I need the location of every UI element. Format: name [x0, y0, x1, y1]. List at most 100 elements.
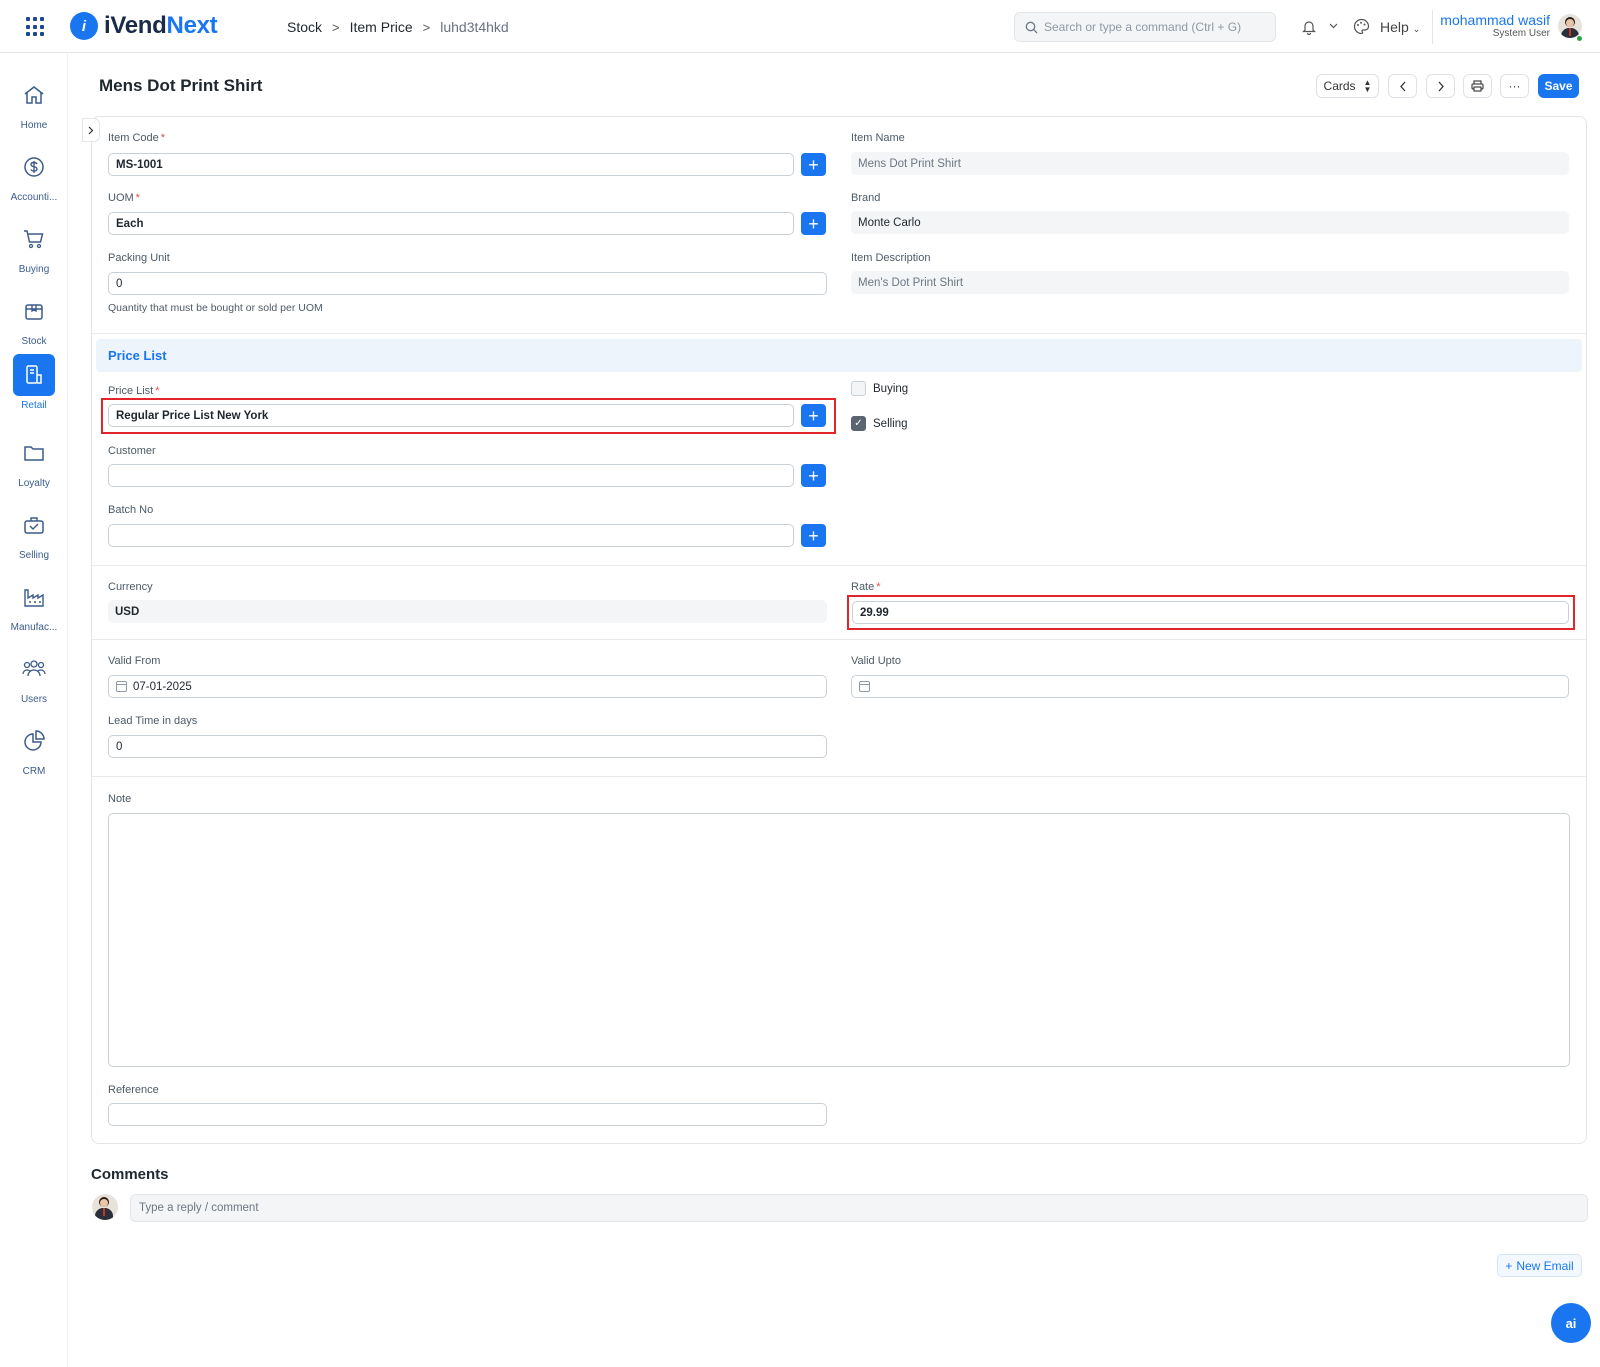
sidebar-item-accounting[interactable]: Accounti...	[0, 146, 68, 203]
valid-from-field[interactable]: 07-01-2025	[108, 675, 827, 698]
rate-label: Rate *	[851, 581, 881, 593]
divider	[1432, 10, 1433, 44]
valid-from-label: Valid From	[108, 655, 161, 667]
page-title: Mens Dot Print Shirt	[99, 76, 263, 95]
breadcrumb-item-price[interactable]: Item Price	[350, 19, 413, 35]
sidebar-item-selling[interactable]: Selling	[0, 504, 68, 561]
retail-icon	[26, 365, 42, 384]
sidebar-item-loyalty[interactable]: Loyalty	[0, 432, 68, 489]
printer-icon	[1471, 80, 1484, 92]
customer-field[interactable]	[108, 464, 794, 487]
plus-icon: +	[808, 525, 819, 546]
item-name-label: Item Name	[851, 132, 905, 144]
add-customer-button[interactable]: +	[801, 464, 826, 487]
packing-unit-help: Quantity that must be bought or sold per…	[108, 302, 323, 314]
selling-checkbox[interactable]: ✓	[851, 416, 866, 431]
price-list-field[interactable]: Regular Price List New York	[108, 404, 794, 427]
lead-time-label: Lead Time in days	[108, 715, 198, 727]
chevron-left-icon	[1399, 81, 1405, 91]
item-description-field: Men's Dot Print Shirt	[851, 271, 1569, 294]
section-divider	[92, 639, 1586, 640]
add-batch-no-button[interactable]: +	[801, 524, 826, 547]
sidebar-item-label: Accounti...	[10, 192, 58, 203]
more-options-button[interactable]: ···	[1500, 74, 1529, 98]
toggle-sidebar-button[interactable]	[82, 118, 100, 142]
sidebar-item-label: Home	[20, 120, 48, 131]
valid-upto-label: Valid Upto	[851, 655, 901, 667]
bell-icon[interactable]	[1302, 19, 1316, 35]
sidebar-item-label: Loyalty	[18, 478, 50, 489]
plus-icon: +	[808, 213, 819, 234]
packing-unit-field[interactable]: 0	[108, 272, 827, 295]
chevron-right-icon	[1438, 81, 1444, 91]
online-status-indicator	[1576, 35, 1583, 42]
chevron-down-icon: ⌄	[1412, 24, 1421, 34]
new-email-button[interactable]: + New Email	[1497, 1254, 1582, 1277]
reference-field[interactable]	[108, 1103, 827, 1126]
sidebar-item-crm[interactable]: CRM	[0, 720, 68, 777]
breadcrumb-stock[interactable]: Stock	[287, 19, 322, 35]
note-textarea[interactable]	[108, 813, 1570, 1067]
palette-icon[interactable]	[1353, 18, 1370, 35]
print-button[interactable]	[1463, 74, 1492, 98]
sidebar-item-stock[interactable]: Stock	[0, 290, 68, 347]
add-item-code-button[interactable]: +	[801, 153, 826, 176]
sidebar-item-users[interactable]: Users	[0, 648, 68, 705]
previous-button[interactable]	[1388, 74, 1417, 98]
batch-no-label: Batch No	[108, 504, 154, 516]
ai-assistant-button[interactable]: ai	[1551, 1303, 1591, 1343]
item-code-label: Item Code *	[108, 132, 166, 144]
item-description-label: Item Description	[851, 252, 931, 264]
comment-input[interactable]: Type a reply / comment	[130, 1194, 1588, 1222]
selling-label: Selling	[873, 418, 908, 430]
app-logo[interactable]: i iVendNext	[70, 12, 218, 40]
buying-checkbox[interactable]	[851, 381, 866, 396]
search-input[interactable]	[1044, 20, 1264, 34]
lead-time-field[interactable]: 0	[108, 735, 827, 758]
search-icon	[1025, 21, 1038, 33]
sidebar-item-manufacturing[interactable]: Manufac...	[0, 576, 68, 633]
sidebar-item-label: Users	[20, 694, 48, 705]
chevron-right-icon: >	[332, 19, 340, 35]
brand-label: Brand	[851, 192, 881, 204]
sidebar-item-retail[interactable]: Retail	[0, 354, 68, 411]
breadcrumb: Stock > Item Price > luhd3t4hkd	[287, 19, 509, 35]
plus-icon: +	[808, 465, 819, 486]
currency-field: USD	[108, 600, 827, 623]
price-list-section-header[interactable]: Price List	[96, 339, 1582, 372]
plus-icon: +	[1505, 1258, 1513, 1273]
sidebar-item-label: Retail	[21, 400, 47, 411]
check-icon: ✓	[854, 418, 863, 429]
section-divider	[92, 776, 1586, 777]
app-grid-icon[interactable]	[26, 17, 46, 37]
breadcrumb-doc-id[interactable]: luhd3t4hkd	[440, 19, 509, 35]
add-uom-button[interactable]: +	[801, 212, 826, 235]
comments-title: Comments	[91, 1166, 169, 1183]
help-menu[interactable]: Help ⌄	[1380, 19, 1420, 35]
item-code-field[interactable]: MS-1001	[108, 153, 794, 176]
batch-no-field[interactable]	[108, 524, 794, 547]
sidebar-item-buying[interactable]: Buying	[0, 218, 68, 275]
rate-field[interactable]: 29.99	[852, 601, 1569, 624]
item-name-field: Mens Dot Print Shirt	[851, 152, 1569, 175]
add-price-list-button[interactable]: +	[801, 404, 826, 427]
ellipsis-icon: ···	[1508, 79, 1521, 93]
sidebar-item-label: CRM	[22, 766, 46, 777]
view-switcher-button[interactable]: Cards ▲ ▼	[1316, 74, 1379, 98]
save-button[interactable]: Save	[1538, 74, 1579, 98]
search-bar[interactable]	[1014, 12, 1276, 42]
user-info[interactable]: mohammad wasif System User	[1440, 12, 1550, 39]
dollar-icon	[24, 157, 44, 177]
note-label: Note	[108, 793, 132, 805]
sidebar-item-label: Buying	[18, 264, 50, 275]
sidebar-item-label: Stock	[21, 336, 47, 347]
user-name: mohammad wasif	[1440, 12, 1550, 28]
factory-icon	[24, 589, 44, 607]
valid-upto-field[interactable]	[851, 675, 1569, 698]
chevron-down-icon[interactable]	[1329, 23, 1338, 29]
sidebar-item-home[interactable]: Home	[0, 74, 68, 131]
next-button[interactable]	[1426, 74, 1455, 98]
sidebar: Home Accounti... Buying Stock Retail Loy…	[0, 54, 68, 1367]
uom-field[interactable]: Each	[108, 212, 794, 235]
section-divider	[92, 565, 1586, 566]
